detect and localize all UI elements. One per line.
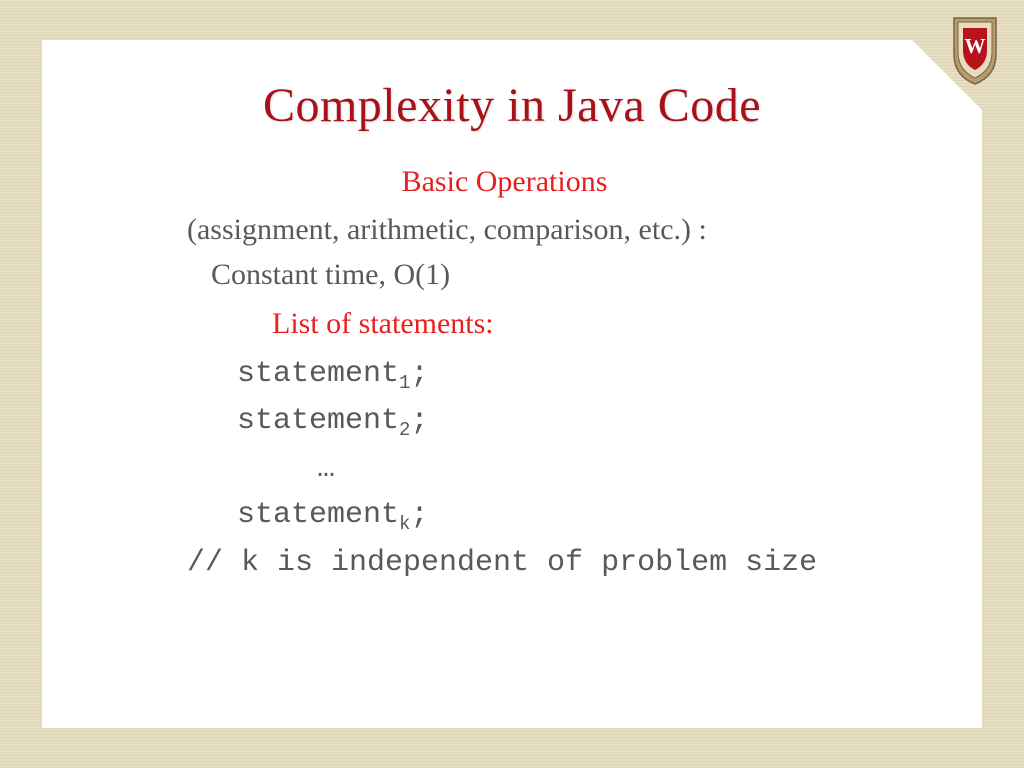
code-block: statement1; statement2; … statementk; //…: [187, 351, 922, 586]
stmt-prefix: statement: [237, 404, 399, 438]
slide-title: Complexity in Java Code: [42, 78, 982, 133]
stmt-semi: ;: [410, 357, 428, 391]
code-statement-1: statement1;: [187, 351, 922, 398]
stmt-semi: ;: [410, 404, 428, 438]
university-crest-icon: W: [950, 14, 1000, 86]
code-comment: // k is independent of problem size: [187, 540, 922, 587]
stmt-prefix: statement: [237, 498, 399, 532]
stmt-prefix: statement: [237, 357, 399, 391]
section-heading-basic-operations: Basic Operations: [87, 165, 922, 199]
stmt-sub-k: k: [399, 513, 410, 535]
slide-card: Complexity in Java Code Basic Operations…: [42, 40, 982, 728]
code-statement-k: statementk;: [187, 492, 922, 539]
crest-letter: W: [965, 34, 986, 58]
section-heading-list-statements: List of statements:: [272, 307, 922, 341]
stmt-sub-2: 2: [399, 419, 410, 441]
stmt-sub-1: 1: [399, 372, 410, 394]
section-subtitle: (assignment, arithmetic, comparison, etc…: [187, 207, 922, 252]
code-ellipsis: …: [187, 446, 922, 493]
stmt-semi: ;: [410, 498, 428, 532]
code-statement-2: statement2;: [187, 398, 922, 445]
section-note: Constant time, O(1): [187, 252, 922, 297]
slide-content: Basic Operations (assignment, arithmetic…: [42, 165, 982, 586]
